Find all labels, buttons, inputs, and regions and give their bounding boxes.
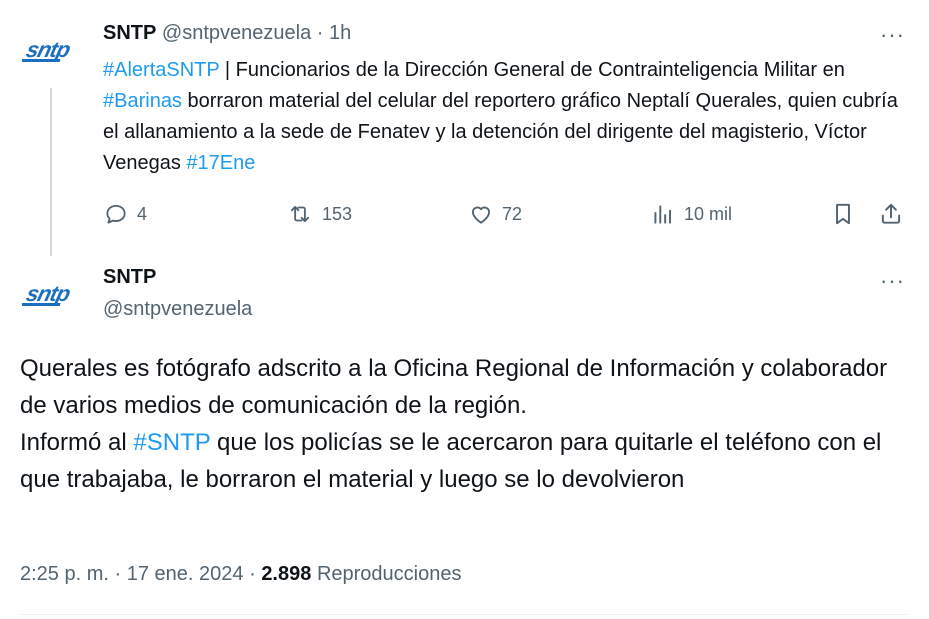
reply-count: 4: [137, 203, 148, 224]
share-icon: [881, 203, 901, 224]
bookmark-icon: [836, 203, 850, 225]
avatar[interactable]: sntp: [22, 264, 80, 322]
tweet-text-segment: Informó al: [20, 429, 134, 456]
retweet-icon: [290, 206, 310, 222]
main-tweet-text: Querales es fotógrafo adscrito a la Ofic…: [20, 350, 900, 498]
views-label[interactable]: Reproducciones: [317, 563, 462, 585]
svg-text:sntp: sntp: [24, 37, 73, 62]
bookmark-button[interactable]: [830, 198, 856, 230]
author-name[interactable]: SNTP: [103, 266, 156, 289]
author-handle[interactable]: @sntpvenezuela: [162, 22, 311, 44]
tweet-time[interactable]: 2:25 p. m.: [20, 563, 109, 585]
separator-dot: ·: [114, 563, 122, 585]
hashtag-link[interactable]: #17Ene: [186, 152, 255, 174]
reply-icon: [106, 204, 126, 224]
avatar[interactable]: sntp: [22, 20, 80, 78]
hashtag-link[interactable]: #SNTP: [133, 429, 210, 456]
tweet-date[interactable]: 17 ene. 2024: [127, 563, 244, 585]
hashtag-link[interactable]: #AlertaSNTP: [103, 59, 219, 81]
like-count: 72: [502, 203, 523, 224]
author-name[interactable]: SNTP: [103, 22, 156, 44]
separator-dot: ·: [249, 563, 256, 585]
tweet-time[interactable]: 1h: [329, 22, 351, 44]
divider: [20, 614, 908, 615]
like-button[interactable]: 72: [468, 198, 522, 230]
tweet-text-segment: | Funcionarios de la Dirección General d…: [219, 59, 845, 81]
more-icon[interactable]: ···: [880, 24, 905, 46]
views-button[interactable]: 10 mil: [650, 198, 732, 230]
tweet-meta: 2:25 p. m. · 17 ene. 2024 · 2.898 Reprod…: [20, 563, 461, 586]
views-icon: [654, 205, 672, 224]
separator-dot: ·: [316, 22, 324, 44]
views-count[interactable]: 2.898: [261, 563, 311, 585]
author-handle[interactable]: @sntpvenezuela: [103, 298, 252, 321]
action-bar: 4 153 72 10 mil: [103, 198, 908, 230]
share-button[interactable]: [878, 198, 904, 230]
more-icon[interactable]: ···: [880, 270, 905, 292]
parent-tweet-header: SNTP @sntpvenezuela · 1h: [103, 22, 351, 45]
tweet-text-segment: Querales es fotógrafo adscrito a la Ofic…: [20, 355, 888, 419]
retweet-count: 153: [322, 203, 353, 224]
hashtag-link[interactable]: #Barinas: [103, 90, 182, 112]
reply-button[interactable]: 4: [103, 198, 147, 230]
thread-line: [50, 88, 52, 256]
sntp-logo-icon: sntp: [22, 37, 73, 62]
like-icon: [471, 206, 491, 224]
parent-tweet-text: #AlertaSNTP | Funcionarios de la Direcci…: [103, 55, 903, 179]
sntp-logo-icon: sntp: [22, 281, 73, 306]
views-count: 10 mil: [684, 203, 733, 224]
retweet-button[interactable]: 153: [286, 198, 352, 230]
svg-text:sntp: sntp: [24, 281, 73, 306]
